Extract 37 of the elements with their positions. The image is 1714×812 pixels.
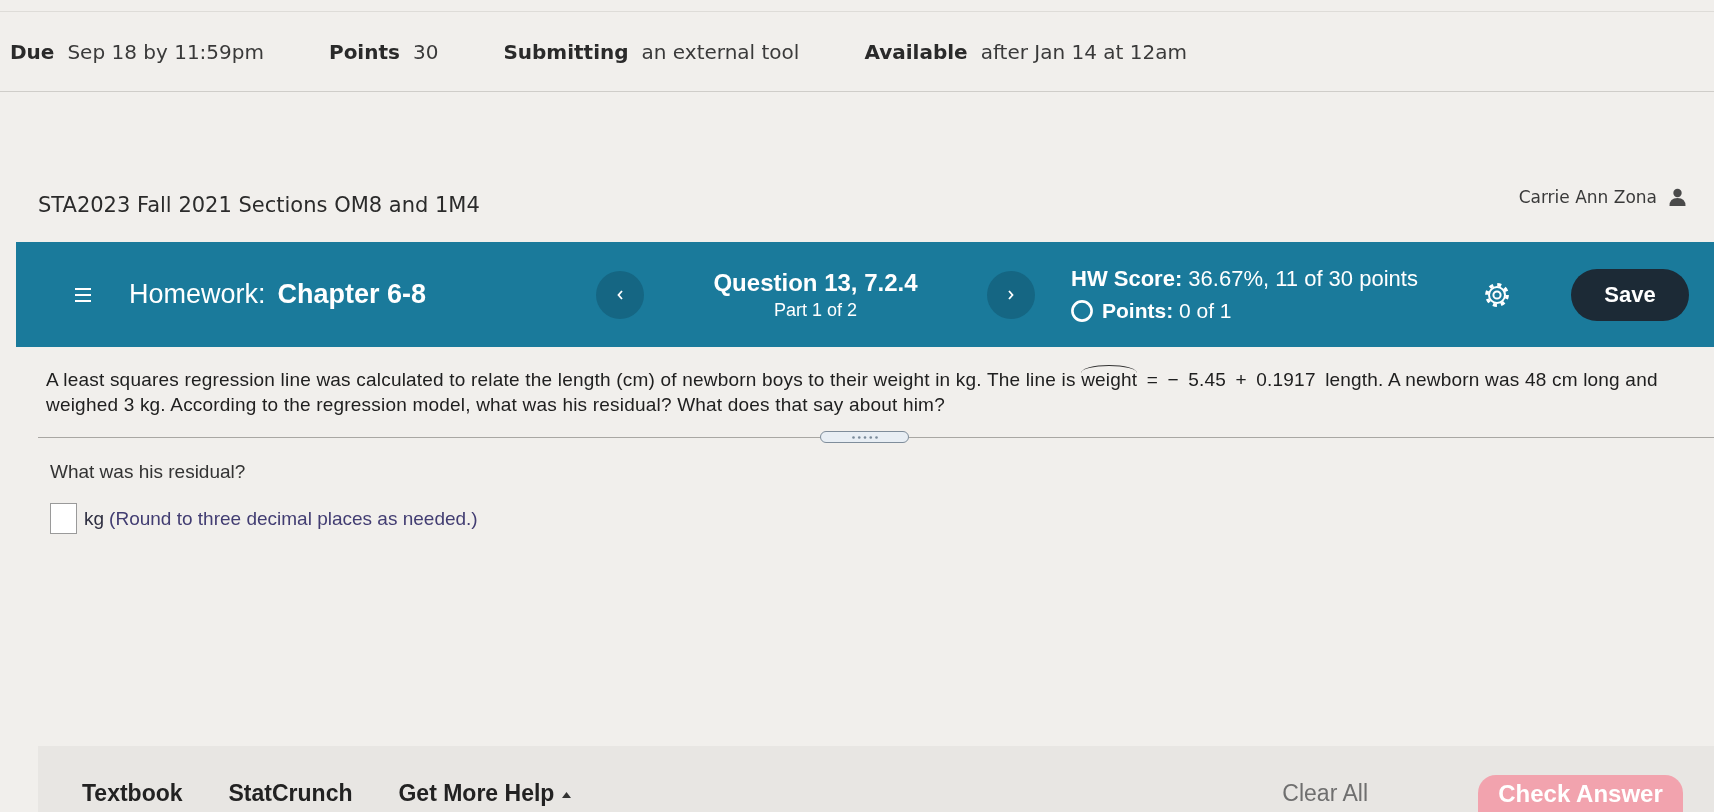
detail-label: Available (864, 39, 968, 64)
detail-value: 30 (412, 39, 439, 64)
expand-handle[interactable] (820, 431, 909, 443)
course-title: STA2023 Fall 2021 Sections OM8 and 1M4 (38, 193, 480, 217)
chevron-left-icon (617, 289, 623, 300)
detail-value: an external tool (641, 39, 800, 64)
assignment-label: Homework: (129, 279, 266, 310)
user-name[interactable]: Carrie Ann Zona (1518, 187, 1657, 207)
settings-button[interactable] (1484, 281, 1510, 308)
detail-label: Submitting (503, 39, 629, 64)
chevron-right-icon (1008, 289, 1014, 300)
save-button[interactable]: Save (1571, 268, 1689, 321)
hint-text: (Round to three decimal places as needed.) (109, 507, 478, 530)
hw-score: HW Score: 36.67%, 11 of 30 points (1071, 266, 1418, 292)
question-number: Question 13, 7.2.4 (713, 268, 918, 297)
detail-value: Sep 18 by 11:59pm (67, 39, 264, 64)
assignment-name: Chapter 6-8 (277, 279, 427, 310)
unit-label: kg (84, 507, 105, 530)
footer-link[interactable]: Textbook (82, 780, 183, 807)
detail-value: after Jan 14 at 12am (980, 39, 1187, 64)
menu-button[interactable] (75, 287, 91, 302)
ring-icon (1071, 300, 1093, 322)
question-prompt: What was his residual? (50, 461, 247, 483)
question-part: Part 1 of 2 (773, 299, 858, 321)
footer-link[interactable]: StatCrunch (228, 780, 353, 807)
menu-icon (75, 287, 91, 302)
question-text: A least squares regression line was calculated to relate the length (cm) of newborn boys to their weight in kg. The line is weight = − 5.45 + 0.1917 length. A newborn was 48 cm long and weighed 3 kg. According to the regression model, what was his residual? What does that say about him? (46, 367, 1686, 417)
clear-all-button[interactable]: Clear All (1282, 780, 1368, 807)
dots-icon (851, 435, 878, 439)
help-menu-button[interactable]: Get More Help (398, 780, 572, 807)
points-text: Points: 0 of 1 (1102, 299, 1232, 323)
caret-up-icon (562, 791, 572, 798)
detail-label: Due (10, 39, 55, 64)
detail-label: Points (328, 39, 400, 64)
user-icon (1669, 188, 1686, 206)
settings-icon (1484, 281, 1510, 308)
answer-field[interactable] (50, 503, 77, 534)
